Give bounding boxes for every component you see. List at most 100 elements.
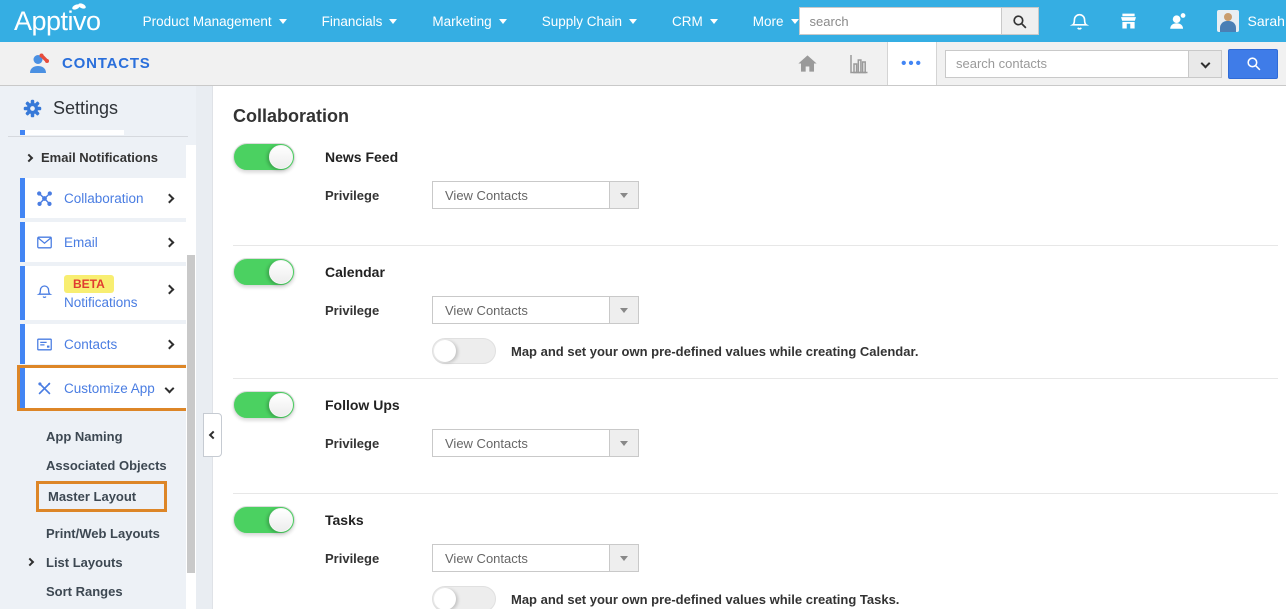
chevron-right-icon — [25, 557, 35, 567]
scrolled-item-sliver — [20, 130, 124, 135]
app-title[interactable]: CONTACTS — [26, 51, 151, 77]
sidebar-item-collaboration[interactable]: Collaboration — [20, 178, 186, 218]
top-navbar: Apptivo Product Management Financials Ma… — [0, 0, 1286, 42]
contacts-search-button[interactable] — [1228, 48, 1278, 79]
logo-text: Apptivo — [14, 5, 101, 36]
search-options-dropdown[interactable] — [1189, 49, 1222, 78]
notifications-bell-button[interactable] — [1069, 11, 1090, 32]
section-name: Tasks — [325, 512, 364, 528]
beta-badge: BETA — [64, 275, 114, 293]
main-panel: Collaboration News Feed Privilege View C… — [213, 86, 1286, 609]
calendar-map-values-toggle[interactable] — [432, 338, 496, 364]
chevron-right-icon — [164, 284, 175, 295]
menu-supply-chain[interactable]: Supply Chain — [542, 14, 638, 29]
dropdown-arrow-icon — [609, 297, 638, 323]
follow-ups-toggle[interactable] — [233, 391, 295, 419]
tasks-privilege-select[interactable]: View Contacts — [432, 544, 639, 572]
caret-down-icon — [709, 18, 718, 24]
sidebar-item-notifications[interactable]: BETA Notifications — [20, 266, 186, 320]
menu-more[interactable]: More — [753, 14, 799, 29]
app-store-button[interactable] — [1117, 11, 1140, 32]
reports-button[interactable] — [846, 52, 871, 76]
sidebar-subitem-app-naming[interactable]: App Naming — [0, 422, 196, 451]
sidebar-subitem-print-web-layouts[interactable]: Print/Web Layouts — [0, 519, 196, 548]
global-search-input[interactable] — [798, 7, 1001, 35]
store-icon — [1120, 13, 1136, 28]
sidebar-scrollbar-thumb[interactable] — [187, 255, 195, 573]
user-name: Sarah Castro — [1247, 13, 1286, 29]
section-name: Follow Ups — [325, 397, 400, 413]
global-search — [798, 7, 1039, 35]
collapse-left-icon — [208, 430, 217, 440]
settings-header: Settings — [0, 86, 196, 130]
gear-icon — [23, 99, 42, 117]
news-feed-toggle[interactable] — [233, 143, 295, 171]
bell-icon — [1069, 13, 1089, 30]
menu-crm[interactable]: CRM — [672, 14, 718, 29]
sidebar-collapse-button[interactable] — [203, 413, 222, 457]
sidebar-item-customize-app[interactable]: Customize App — [20, 368, 186, 408]
contacts-app-icon — [30, 53, 49, 73]
news-feed-privilege-select[interactable]: View Contacts — [432, 181, 639, 209]
home-button[interactable] — [795, 52, 820, 75]
section-news-feed: News Feed Privilege View Contacts — [233, 143, 1278, 245]
section-follow-ups: Follow Ups Privilege View Contacts — [233, 378, 1278, 493]
sidebar-subitem-list-layouts[interactable]: List Layouts — [0, 548, 196, 577]
leaf-icon — [72, 2, 86, 10]
appbar-actions: ••• — [795, 42, 1286, 85]
follow-ups-privilege-select[interactable]: View Contacts — [432, 429, 639, 457]
privilege-label: Privilege — [325, 550, 380, 566]
caret-down-icon — [278, 18, 287, 24]
chevron-right-icon — [164, 339, 175, 349]
caret-down-icon — [790, 18, 799, 24]
menu-marketing[interactable]: Marketing — [432, 14, 507, 29]
sidebar-subitem-sort-ranges[interactable]: Sort Ranges — [0, 577, 196, 606]
calendar-privilege-select[interactable]: View Contacts — [432, 296, 639, 324]
section-name: News Feed — [325, 149, 399, 165]
app-bar: CONTACTS ••• — [0, 42, 1286, 86]
contacts-card-icon — [37, 338, 52, 350]
content-area: Settings Email Notifications Collaborati… — [0, 86, 1286, 609]
chevron-right-icon — [164, 193, 175, 203]
chevron-right-icon — [24, 153, 34, 162]
section-calendar: Calendar Privilege View Contacts Map and… — [233, 245, 1278, 378]
tools-icon — [38, 381, 51, 394]
chevron-down-icon — [1200, 58, 1210, 69]
email-icon — [37, 236, 52, 248]
people-icon — [1169, 13, 1185, 29]
caret-down-icon — [629, 18, 638, 24]
tasks-map-values-toggle[interactable] — [432, 586, 496, 609]
sidebar-item-email[interactable]: Email — [20, 222, 186, 262]
section-tasks: Tasks Privilege View Contacts Map and se… — [233, 493, 1278, 609]
map-values-label: Map and set your own pre-defined values … — [511, 591, 900, 607]
navbar-icons — [1069, 10, 1189, 32]
sidebar-item-email-notifications[interactable]: Email Notifications — [0, 137, 196, 178]
calendar-toggle[interactable] — [233, 258, 295, 286]
sidebar-item-contacts[interactable]: Contacts — [20, 324, 186, 364]
tasks-toggle[interactable] — [233, 506, 295, 534]
contacts-search-input[interactable] — [945, 49, 1189, 78]
menu-product-management[interactable]: Product Management — [143, 14, 287, 29]
referrals-button[interactable] — [1167, 10, 1189, 32]
dropdown-arrow-icon — [609, 430, 638, 456]
sidebar-subitem-associated-objects[interactable]: Associated Objects — [0, 451, 196, 480]
avatar — [1216, 10, 1239, 32]
privilege-label: Privilege — [325, 435, 380, 451]
search-icon — [1246, 57, 1260, 71]
sidebar-scrollbar-track[interactable] — [186, 145, 196, 609]
settings-title: Settings — [53, 97, 119, 118]
global-search-button[interactable] — [1000, 7, 1039, 35]
sidebar-subitem-master-layout[interactable]: Master Layout — [0, 480, 196, 519]
privilege-label: Privilege — [325, 187, 380, 203]
chevron-right-icon — [164, 237, 175, 247]
search-icon — [1013, 14, 1027, 28]
caret-down-icon — [498, 18, 507, 24]
more-actions-button[interactable]: ••• — [887, 42, 937, 85]
caret-down-icon — [389, 18, 398, 24]
user-menu[interactable]: Sarah Castro — [1216, 10, 1286, 32]
menu-financials[interactable]: Financials — [322, 14, 398, 29]
bar-chart-icon — [850, 54, 868, 73]
dropdown-arrow-icon — [609, 545, 638, 571]
apptivo-logo[interactable]: Apptivo — [14, 2, 101, 37]
notifications-bell-icon — [36, 285, 53, 299]
